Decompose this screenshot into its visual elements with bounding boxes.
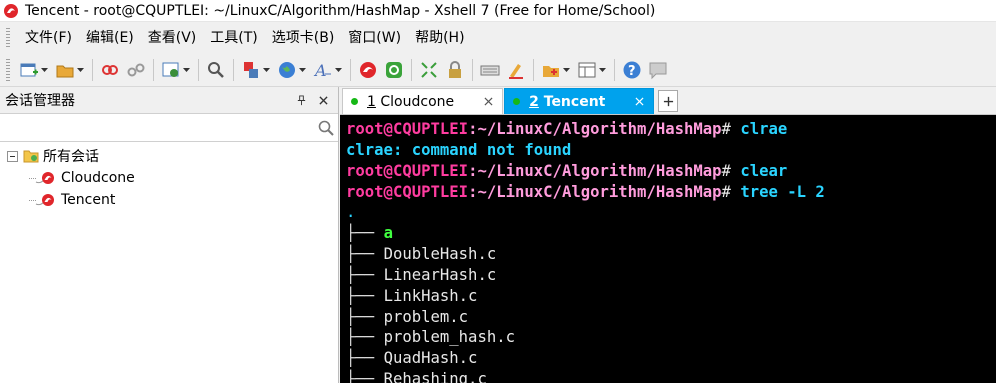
- terminal-line: root@CQUPTLEI:~/LinuxC/Algorithm/HashMap…: [346, 161, 788, 180]
- open-dropdown-icon[interactable]: [77, 67, 85, 72]
- tab-tencent[interactable]: 2 Tencent: [504, 88, 655, 114]
- globe-icon[interactable]: [276, 59, 298, 81]
- session-manager-pane: 会话管理器 所有会话 Cloudcone Tencent: [0, 87, 339, 383]
- transfer-icon[interactable]: [240, 59, 262, 81]
- chat-icon[interactable]: [647, 59, 669, 81]
- transfer-dropdown-icon[interactable]: [263, 67, 271, 72]
- terminal-line: ├── Rehashing.c: [346, 370, 487, 383]
- layout-dropdown-icon[interactable]: [599, 67, 607, 72]
- lock-icon[interactable]: [444, 59, 466, 81]
- find-icon[interactable]: [205, 59, 227, 81]
- toolbar-grip[interactable]: [6, 58, 10, 81]
- globe-dropdown-icon[interactable]: [299, 67, 307, 72]
- svg-text:?: ?: [628, 64, 636, 79]
- font-icon[interactable]: A: [312, 59, 334, 81]
- new-tab-icon[interactable]: [540, 59, 562, 81]
- properties-icon[interactable]: [160, 59, 182, 81]
- session-tree: 所有会话 Cloudcone Tencent: [0, 142, 338, 211]
- tab-bar: 1 Cloudcone 2 Tencent: [340, 87, 996, 115]
- toolbar-separator: [233, 58, 234, 81]
- menu-help[interactable]: 帮助(H): [408, 26, 471, 50]
- highlight-icon[interactable]: [505, 59, 527, 81]
- session-label: Cloudcone: [61, 170, 135, 186]
- terminal-line: ├── a: [346, 224, 393, 243]
- fullscreen-icon[interactable]: [418, 59, 440, 81]
- close-icon[interactable]: [316, 93, 330, 107]
- layout-icon[interactable]: [576, 59, 598, 81]
- terminal-line: ├── LinkHash.c: [346, 286, 478, 305]
- folder-icon: [23, 150, 39, 163]
- menu-tabs[interactable]: 选项卡(B): [265, 26, 342, 50]
- terminal-line: ├── DoubleHash.c: [346, 245, 497, 264]
- session-icon: [35, 194, 54, 206]
- terminal-line: ├── LinearHash.c: [346, 265, 497, 284]
- help-icon[interactable]: ?: [621, 59, 643, 81]
- search-icon[interactable]: [317, 119, 335, 137]
- menu-edit[interactable]: 编辑(E): [79, 26, 141, 50]
- new-session-icon[interactable]: [18, 59, 40, 81]
- pin-icon[interactable]: [294, 93, 308, 107]
- toolbar-separator: [533, 58, 534, 81]
- title-bar: Tencent - root@CQUPTLEI: ~/LinuxC/Algori…: [0, 0, 996, 21]
- session-manager-title: 会话管理器: [5, 93, 75, 109]
- tab-label: 2 Tencent: [529, 93, 606, 110]
- menu-window[interactable]: 窗口(W): [341, 26, 408, 50]
- disconnect-icon[interactable]: [125, 59, 147, 81]
- menu-file[interactable]: 文件(F): [18, 26, 79, 50]
- terminal-line: .: [346, 203, 356, 222]
- session-search-row: [0, 114, 338, 142]
- toolbar-separator: [198, 58, 199, 81]
- terminal-line: clrae: command not found: [346, 140, 572, 159]
- terminal-line: ├── QuadHash.c: [346, 349, 478, 368]
- properties-dropdown-icon[interactable]: [183, 67, 191, 72]
- new-session-dropdown-icon[interactable]: [41, 67, 49, 72]
- new-tab-dropdown-icon[interactable]: [563, 67, 571, 72]
- session-icon: [35, 172, 54, 184]
- open-folder-icon[interactable]: [54, 59, 76, 81]
- toolbar-separator: [92, 58, 93, 81]
- status-dot: [351, 98, 358, 105]
- xftp-icon[interactable]: [383, 59, 405, 81]
- session-item-tencent[interactable]: Tencent: [0, 189, 338, 211]
- xshell-icon[interactable]: [357, 59, 379, 81]
- terminal-line: root@CQUPTLEI:~/LinuxC/Algorithm/HashMap…: [346, 120, 788, 138]
- tab-close-icon[interactable]: [482, 96, 494, 108]
- collapse-toggle[interactable]: [7, 150, 18, 162]
- svg-text:A: A: [313, 61, 327, 80]
- plus-icon: [663, 96, 673, 106]
- window-title: Tencent - root@CQUPTLEI: ~/LinuxC/Algori…: [25, 2, 656, 19]
- terminal-line: ├── problem_hash.c: [346, 328, 515, 347]
- session-search-input[interactable]: [0, 116, 310, 139]
- tab-label: 1 Cloudcone: [367, 93, 455, 110]
- session-label: Tencent: [61, 192, 116, 208]
- toolbar-separator: [614, 58, 615, 81]
- toolbar-separator: [350, 58, 351, 81]
- session-manager-header: 会话管理器: [0, 87, 338, 114]
- tree-root-row[interactable]: 所有会话: [0, 145, 338, 167]
- terminal-line: root@CQUPTLEI:~/LinuxC/Algorithm/HashMap…: [346, 182, 825, 201]
- toolbar: A ?: [0, 53, 996, 87]
- tree-root-label: 所有会话: [43, 149, 99, 165]
- toolbar-separator: [153, 58, 154, 81]
- menu-tools[interactable]: 工具(T): [203, 26, 264, 50]
- toolbar-separator: [411, 58, 412, 81]
- keyboard-icon[interactable]: [479, 59, 501, 81]
- connect-icon[interactable]: [99, 59, 121, 81]
- status-dot: [513, 98, 521, 105]
- menu-view[interactable]: 查看(V): [141, 26, 204, 50]
- add-tab-button[interactable]: [658, 90, 679, 112]
- toolbar-separator: [472, 58, 473, 81]
- terminal-line: ├── problem.c: [346, 307, 469, 326]
- menu-grip[interactable]: [6, 27, 10, 48]
- font-dropdown-icon[interactable]: [335, 67, 343, 72]
- xshell-app-icon: [4, 3, 18, 18]
- tab-close-icon[interactable]: [633, 96, 645, 108]
- session-item-cloudcone[interactable]: Cloudcone: [0, 167, 338, 189]
- menu-bar: 文件(F) 编辑(E) 查看(V) 工具(T) 选项卡(B) 窗口(W) 帮助(…: [0, 21, 996, 53]
- terminal-view[interactable]: root@CQUPTLEI:~/LinuxC/Algorithm/HashMap…: [340, 115, 996, 383]
- tab-cloudcone[interactable]: 1 Cloudcone: [342, 88, 504, 114]
